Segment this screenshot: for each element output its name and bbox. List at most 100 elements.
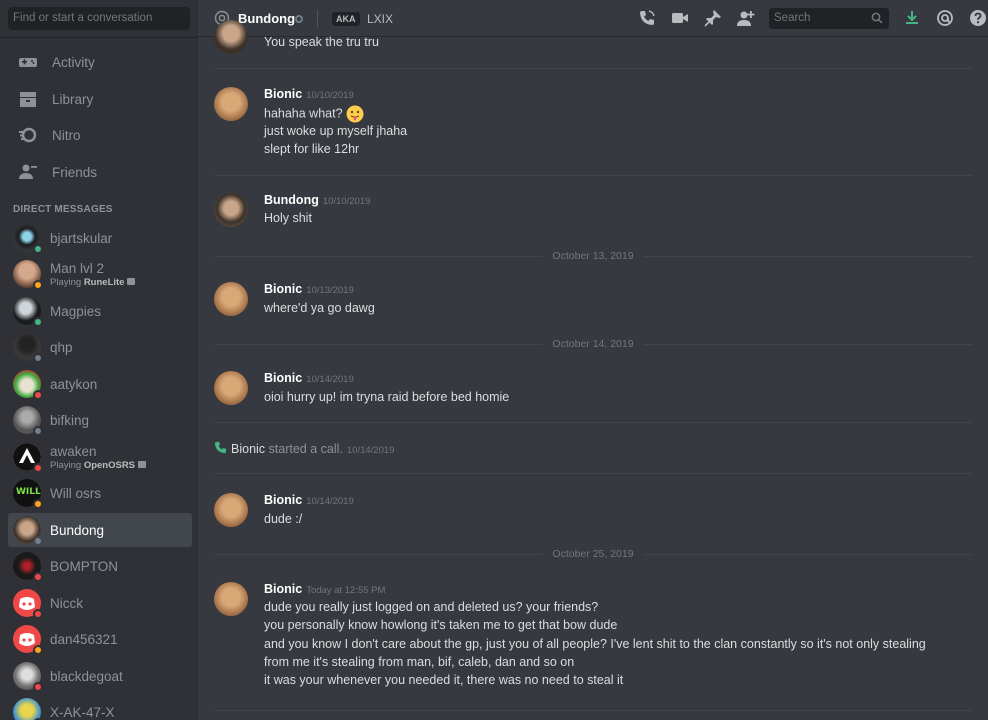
nav-library[interactable]: Library	[8, 83, 192, 115]
dm-name: blackdegoat	[50, 668, 123, 684]
gamepad-icon	[19, 58, 37, 67]
avatar[interactable]	[214, 582, 248, 616]
dm-name: qhp	[50, 339, 73, 355]
avatar	[13, 662, 43, 692]
message-group: Bundong 10/10/2019 Holy shit	[214, 193, 974, 233]
nav-friends[interactable]: Friends	[8, 156, 192, 188]
status-online-indicator	[33, 244, 43, 254]
mentions-icon[interactable]	[936, 9, 954, 27]
dm-name: Nicck	[50, 595, 83, 611]
status-online-indicator	[33, 317, 43, 327]
dm-item-man-lvl-2[interactable]: Man lvl 2 Playing RuneLite	[8, 257, 192, 291]
message-divider	[214, 68, 972, 69]
avatar	[13, 406, 43, 436]
dm-item-qhp[interactable]: qhp	[8, 330, 192, 364]
aka-name[interactable]: LXIX	[367, 12, 393, 26]
message-group: Bionic 10/10/2019 hahaha what? just woke …	[214, 87, 974, 157]
avatar[interactable]	[214, 193, 248, 227]
status-idle-indicator	[33, 645, 43, 655]
dm-name: bifking	[50, 412, 90, 428]
message-author[interactable]: Bundong 10/10/2019	[264, 193, 370, 207]
status-offline-indicator	[33, 353, 43, 363]
message-text: Holy shit	[264, 211, 312, 225]
find-conversation-input[interactable]: Find or start a conversation	[8, 7, 190, 30]
message-divider	[214, 710, 972, 711]
dm-item-bundong[interactable]: Bundong	[8, 513, 192, 547]
dm-item-x-ak-47-x[interactable]: X-AK-47-X	[8, 695, 192, 720]
dm-name: X-AK-47-X	[50, 704, 115, 720]
rich-presence-icon	[137, 461, 146, 469]
dm-item-awaken[interactable]: awaken Playing OpenOSRS	[8, 440, 192, 474]
status-offline-indicator	[33, 426, 43, 436]
dm-item-nicck[interactable]: Nicck	[8, 586, 192, 620]
nav-activity[interactable]: Activity	[8, 46, 192, 78]
message-text: hahaha what?	[264, 105, 364, 123]
pinned-messages-icon[interactable]	[704, 9, 722, 27]
avatar	[13, 224, 43, 254]
nitro-icon	[19, 127, 37, 143]
avatar	[13, 516, 43, 546]
nav-nitro[interactable]: Nitro	[8, 119, 192, 151]
avatar[interactable]	[214, 20, 248, 54]
nav-label: Nitro	[52, 127, 81, 143]
avatar[interactable]	[214, 87, 248, 121]
rich-presence-icon	[127, 278, 136, 286]
message-text: just woke up myself jhaha	[264, 124, 408, 138]
message-author[interactable]: Bionic Today at 12:55 PM	[264, 582, 385, 596]
message-author[interactable]: Bionic 10/10/2019	[264, 87, 354, 101]
avatar[interactable]	[214, 371, 248, 405]
dm-item-blackdegoat[interactable]: blackdegoat	[8, 659, 192, 693]
sidebar-divider	[0, 37, 198, 38]
avatar	[13, 698, 43, 720]
call-author[interactable]: Bionic	[231, 442, 265, 456]
message-text: You speak the tru tru	[264, 35, 379, 49]
message-timestamp: 10/14/2019	[346, 445, 395, 456]
dm-name: BOMPTON	[50, 558, 119, 574]
avatar[interactable]	[214, 282, 248, 316]
message-text: dude :/	[264, 512, 303, 526]
download-apps-icon[interactable]	[903, 9, 921, 27]
message-author[interactable]: Bionic 10/14/2019	[264, 371, 354, 385]
message-author[interactable]: Bionic 10/14/2019	[264, 493, 354, 507]
phone-call-icon	[214, 441, 227, 454]
dm-name: Bundong	[50, 522, 105, 538]
message-divider	[214, 422, 972, 423]
message-text: and you know I don't care about the gp, …	[264, 637, 926, 651]
message-timestamp: 10/14/2019	[306, 374, 354, 385]
add-friends-to-dm-icon[interactable]	[737, 9, 755, 27]
status-offline-indicator	[295, 15, 303, 23]
dm-item-bjartskular[interactable]: bjartskular	[8, 221, 192, 255]
dm-name: aatykon	[50, 376, 98, 392]
nav-label: Activity	[52, 54, 95, 70]
message-timestamp: 10/10/2019	[322, 196, 371, 207]
dm-name: Will osrs	[50, 485, 101, 501]
status-dnd-indicator	[33, 682, 43, 692]
dm-item-dan456321[interactable]: dan456321	[8, 622, 192, 656]
start-video-call-icon[interactable]	[671, 9, 689, 27]
message-text: slept for like 12hr	[264, 142, 360, 156]
dm-item-will-osrs[interactable]: WILL Will osrs	[8, 476, 192, 510]
avatar[interactable]	[214, 493, 248, 527]
activity-status: Playing RuneLite	[50, 277, 136, 288]
status-dnd-indicator	[33, 463, 43, 473]
help-icon[interactable]	[969, 9, 987, 27]
message-timestamp: 10/10/2019	[306, 90, 354, 101]
avatar	[13, 370, 43, 400]
avatar	[13, 443, 43, 473]
start-voice-call-icon[interactable]	[638, 9, 656, 27]
dm-item-aatykon[interactable]: aatykon	[8, 367, 192, 401]
dm-name: Man lvl 2	[50, 260, 105, 276]
dm-item-bifking[interactable]: bifking	[8, 403, 192, 437]
date-divider: October 25, 2019	[214, 548, 972, 560]
dm-name: dan456321	[50, 631, 118, 647]
message-author[interactable]: Bionic 10/13/2019	[264, 282, 354, 296]
direct-messages-header: DIRECT MESSAGES	[13, 204, 113, 215]
message-text: from me it's stealing from man, bif, cal…	[264, 655, 575, 669]
message-group: Bionic Today at 12:55 PM dude you really …	[214, 582, 974, 692]
dm-item-bompton[interactable]: BOMPTON	[8, 549, 192, 583]
date-divider-label: October 25, 2019	[542, 548, 644, 560]
avatar	[13, 260, 43, 290]
avatar	[13, 625, 43, 655]
library-icon	[20, 92, 36, 107]
dm-item-magpies[interactable]: Magpies	[8, 294, 192, 328]
